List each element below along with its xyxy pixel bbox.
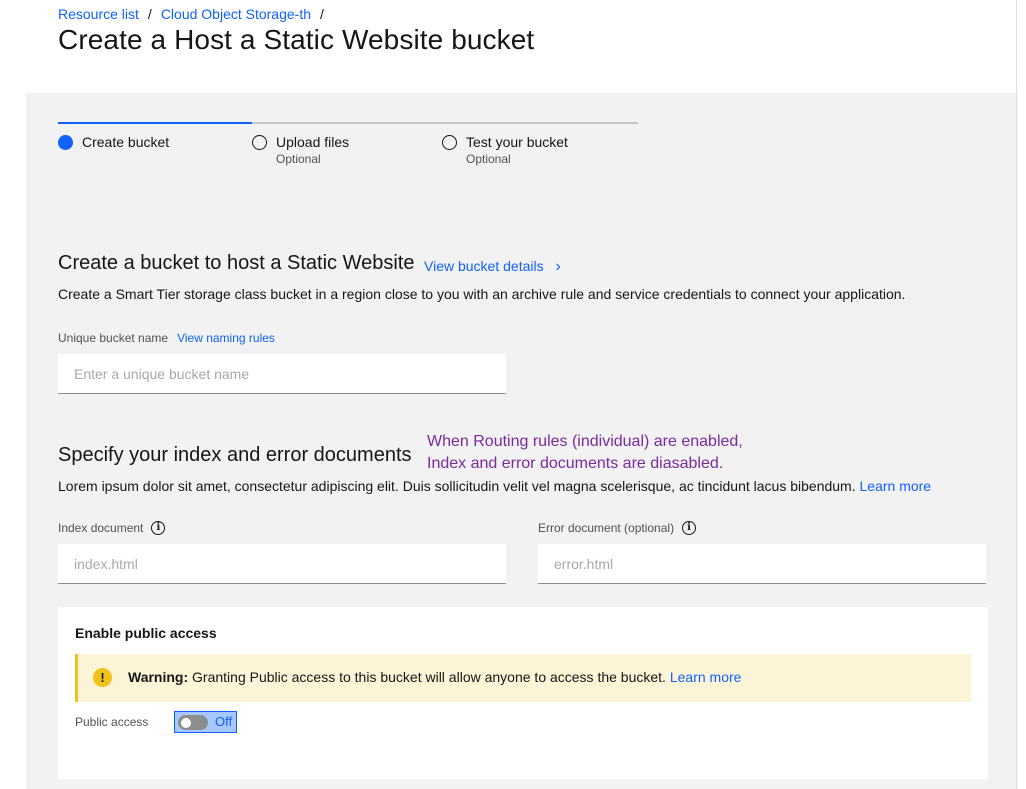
breadcrumb-separator: /	[320, 6, 324, 22]
breadcrumb-separator: /	[147, 6, 152, 22]
view-naming-rules-link[interactable]: View naming rules	[177, 331, 275, 345]
index-document-label-row: Index document i	[58, 521, 166, 535]
step-bar	[442, 122, 638, 124]
step-bar	[252, 122, 442, 124]
warning-message: Granting Public access to this bucket wi…	[192, 669, 666, 685]
bucket-name-label-row: Unique bucket name View naming rules	[58, 331, 275, 345]
documents-learn-more-link[interactable]: Learn more	[860, 478, 932, 494]
bucket-section-title: Create a bucket to host a Static Website	[58, 252, 414, 275]
view-bucket-details-link[interactable]: View bucket details ›	[424, 258, 561, 276]
error-document-label-row: Error document (optional) i	[538, 521, 697, 535]
step-test-bucket[interactable]: Test your bucket Optional	[442, 122, 638, 172]
annotation-line: Index and error documents are diasabled.	[427, 455, 724, 472]
index-document-input[interactable]	[58, 544, 506, 584]
step-incomplete-icon	[252, 135, 267, 150]
step-incomplete-icon	[442, 135, 457, 150]
step-bar	[58, 122, 252, 124]
step-label: Upload files	[276, 134, 350, 150]
bucket-name-label: Unique bucket name	[58, 331, 169, 345]
info-icon[interactable]: i	[682, 521, 697, 535]
documents-description: Lorem ipsum dolor sit amet, consectetur …	[58, 478, 856, 494]
chevron-right-icon: ›	[555, 258, 561, 275]
toggle-knob	[181, 717, 191, 728]
public-access-title: Enable public access	[75, 625, 217, 641]
breadcrumb-resource-list[interactable]: Resource list	[58, 6, 139, 22]
error-document-input[interactable]	[538, 544, 986, 584]
public-access-label: Public access	[75, 715, 149, 729]
step-upload-files[interactable]: Upload files Optional	[252, 122, 442, 172]
info-icon[interactable]: i	[151, 521, 166, 535]
warning-text-row: Warning: Granting Public access to this …	[128, 669, 741, 685]
scroll-edge	[1016, 0, 1017, 789]
public-access-card: Enable public access ! Warning: Granting…	[58, 607, 988, 779]
breadcrumb: Resource list / Cloud Object Storage-th …	[58, 6, 333, 22]
page-title: Create a Host a Static Website bucket	[58, 24, 535, 55]
breadcrumb-cloud-object-storage[interactable]: Cloud Object Storage-th	[161, 6, 311, 22]
step-current-icon	[58, 135, 73, 150]
warning-title: Warning:	[128, 669, 189, 685]
step-optional: Optional	[466, 152, 511, 166]
error-document-label: Error document (optional)	[538, 521, 675, 535]
bottom-left-margin	[0, 779, 26, 789]
bucket-name-input[interactable]	[58, 354, 506, 394]
bucket-description: Create a Smart Tier storage class bucket…	[58, 286, 906, 302]
toggle-track	[178, 715, 208, 730]
warning-icon: !	[93, 668, 112, 687]
public-access-toggle[interactable]: Off	[174, 711, 237, 733]
warning-learn-more-link[interactable]: Learn more	[670, 669, 742, 685]
toggle-state-text: Off	[215, 714, 233, 729]
step-create-bucket[interactable]: Create bucket	[58, 122, 252, 172]
step-label: Create bucket	[82, 134, 170, 150]
right-margin	[1018, 0, 1026, 789]
step-optional: Optional	[276, 152, 321, 166]
step-label: Test your bucket	[466, 134, 568, 150]
documents-section-title: Specify your index and error documents	[58, 444, 412, 466]
warning-notification: ! Warning: Granting Public access to thi…	[75, 654, 971, 702]
index-document-label: Index document	[58, 521, 144, 535]
bucket-section-heading: Create a bucket to host a Static Website	[58, 252, 415, 274]
annotation-line: When Routing rules (individual) are enab…	[427, 433, 743, 450]
documents-description-row: Lorem ipsum dolor sit amet, consectetur …	[58, 478, 931, 494]
view-bucket-details-label: View bucket details	[424, 258, 544, 274]
page-header: Resource list / Cloud Object Storage-th …	[0, 0, 1026, 93]
routing-rules-annotation: When Routing rules (individual) are enab…	[427, 431, 743, 475]
